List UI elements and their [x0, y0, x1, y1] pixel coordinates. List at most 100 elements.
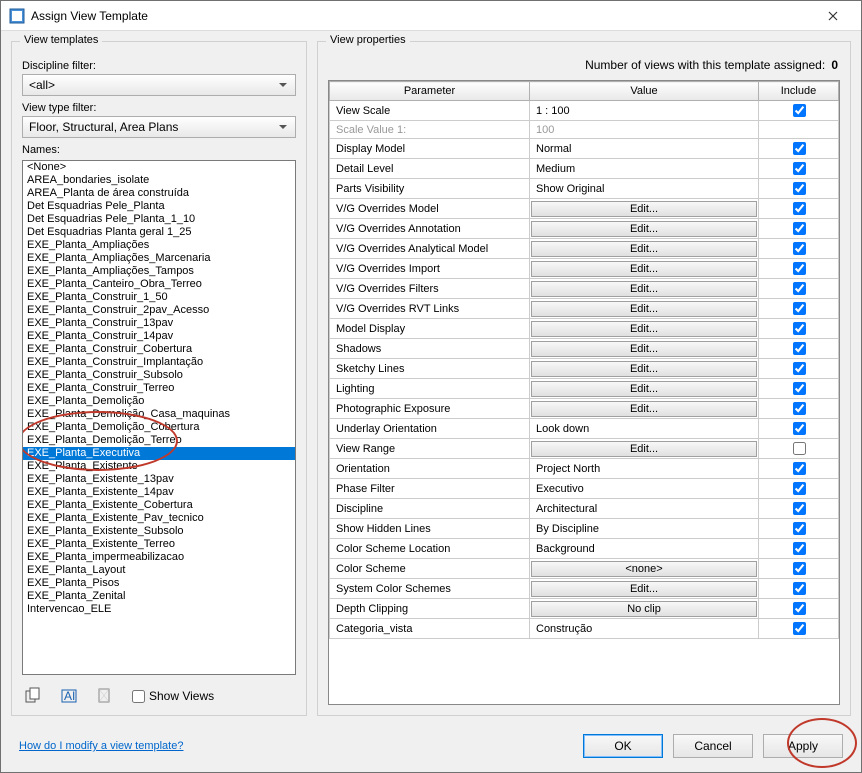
include-checkbox[interactable] [793, 302, 806, 315]
value-cell[interactable]: Project North [530, 459, 759, 479]
value-cell[interactable]: Executivo [530, 479, 759, 499]
edit-button[interactable]: Edit... [531, 401, 757, 417]
edit-button[interactable]: Edit... [531, 381, 757, 397]
include-checkbox[interactable] [793, 262, 806, 275]
value-cell[interactable]: Show Original [530, 179, 759, 199]
include-checkbox[interactable] [793, 482, 806, 495]
include-checkbox[interactable] [793, 282, 806, 295]
value-cell[interactable]: Edit... [530, 379, 759, 399]
edit-button[interactable]: Edit... [531, 321, 757, 337]
rename-icon[interactable]: AI [60, 687, 78, 705]
list-item[interactable]: EXE_Planta_Demolição_Cobertura [23, 421, 295, 434]
include-checkbox[interactable] [793, 142, 806, 155]
list-item[interactable]: EXE_Planta_Existente [23, 460, 295, 473]
list-item[interactable]: EXE_Planta_Existente_14pav [23, 486, 295, 499]
edit-button[interactable]: Edit... [531, 221, 757, 237]
include-checkbox[interactable] [793, 182, 806, 195]
list-item[interactable]: Det Esquadrias Pele_Planta_1_10 [23, 213, 295, 226]
list-item[interactable]: AREA_bondaries_isolate [23, 174, 295, 187]
include-checkbox[interactable] [793, 402, 806, 415]
value-cell[interactable]: Background [530, 539, 759, 559]
value-cell[interactable]: Edit... [530, 339, 759, 359]
include-checkbox[interactable] [793, 622, 806, 635]
list-item[interactable]: EXE_Planta_Ampliações_Tampos [23, 265, 295, 278]
value-cell[interactable]: Edit... [530, 439, 759, 459]
list-item[interactable]: EXE_Planta_Construir_1_50 [23, 291, 295, 304]
list-item[interactable]: EXE_Planta_Demolição_Casa_maquinas [23, 408, 295, 421]
value-cell[interactable]: By Discipline [530, 519, 759, 539]
value-cell[interactable]: Edit... [530, 279, 759, 299]
edit-button[interactable]: No clip [531, 601, 757, 617]
apply-button[interactable]: Apply [763, 734, 843, 758]
list-item[interactable]: <None> [23, 161, 295, 174]
include-checkbox[interactable] [793, 442, 806, 455]
list-item[interactable]: EXE_Planta_Construir_2pav_Acesso [23, 304, 295, 317]
close-button[interactable] [813, 2, 853, 30]
list-item[interactable]: EXE_Planta_Existente_13pav [23, 473, 295, 486]
list-item[interactable]: EXE_Planta_Construir_13pav [23, 317, 295, 330]
value-cell[interactable]: Edit... [530, 239, 759, 259]
view-type-filter-combo[interactable]: Floor, Structural, Area Plans [22, 116, 296, 138]
list-item[interactable]: EXE_Planta_Construir_Subsolo [23, 369, 295, 382]
list-item[interactable]: EXE_Planta_Layout [23, 564, 295, 577]
include-checkbox[interactable] [793, 342, 806, 355]
list-item[interactable]: EXE_Planta_Canteiro_Obra_Terreo [23, 278, 295, 291]
include-checkbox[interactable] [793, 222, 806, 235]
include-checkbox[interactable] [793, 362, 806, 375]
edit-button[interactable]: Edit... [531, 341, 757, 357]
list-item[interactable]: EXE_Planta_Ampliações [23, 239, 295, 252]
show-views-input[interactable] [132, 690, 145, 703]
value-cell[interactable]: 1 : 100 [530, 101, 759, 121]
edit-button[interactable]: Edit... [531, 581, 757, 597]
include-checkbox[interactable] [793, 422, 806, 435]
include-checkbox[interactable] [793, 602, 806, 615]
col-parameter[interactable]: Parameter [330, 82, 530, 101]
include-checkbox[interactable] [793, 502, 806, 515]
discipline-filter-combo[interactable]: <all> [22, 74, 296, 96]
include-checkbox[interactable] [793, 562, 806, 575]
include-checkbox[interactable] [793, 202, 806, 215]
list-item[interactable]: Det Esquadrias Planta geral 1_25 [23, 226, 295, 239]
col-include[interactable]: Include [759, 82, 839, 101]
list-item[interactable]: EXE_Planta_Demolição [23, 395, 295, 408]
include-checkbox[interactable] [793, 582, 806, 595]
value-cell[interactable]: Edit... [530, 399, 759, 419]
list-item[interactable]: EXE_Planta_Existente_Pav_tecnico [23, 512, 295, 525]
value-cell[interactable]: No clip [530, 599, 759, 619]
edit-button[interactable]: Edit... [531, 441, 757, 457]
edit-button[interactable]: Edit... [531, 201, 757, 217]
list-item[interactable]: EXE_Planta_Construir_Terreo [23, 382, 295, 395]
list-item[interactable]: EXE_Planta_Construir_14pav [23, 330, 295, 343]
include-checkbox[interactable] [793, 322, 806, 335]
help-link[interactable]: How do I modify a view template? [19, 740, 183, 752]
include-checkbox[interactable] [793, 542, 806, 555]
list-item[interactable]: EXE_Planta_Existente_Subsolo [23, 525, 295, 538]
value-cell[interactable]: Construção [530, 619, 759, 639]
include-checkbox[interactable] [793, 162, 806, 175]
value-cell[interactable]: Architectural [530, 499, 759, 519]
value-cell[interactable]: Edit... [530, 319, 759, 339]
list-item[interactable]: EXE_Planta_Executiva [23, 447, 295, 460]
names-list[interactable]: <None>AREA_bondaries_isolateAREA_Planta … [22, 160, 296, 675]
list-item[interactable]: EXE_Planta_Existente_Cobertura [23, 499, 295, 512]
col-value[interactable]: Value [530, 82, 759, 101]
ok-button[interactable]: OK [583, 734, 663, 758]
value-cell[interactable]: Edit... [530, 579, 759, 599]
cancel-button[interactable]: Cancel [673, 734, 753, 758]
include-checkbox[interactable] [793, 522, 806, 535]
delete-icon[interactable] [96, 687, 114, 705]
list-item[interactable]: EXE_Planta_Construir_Cobertura [23, 343, 295, 356]
value-cell[interactable]: Medium [530, 159, 759, 179]
list-item[interactable]: EXE_Planta_Demolição_Terreo [23, 434, 295, 447]
value-cell[interactable]: Edit... [530, 299, 759, 319]
edit-button[interactable]: Edit... [531, 241, 757, 257]
duplicate-icon[interactable] [24, 687, 42, 705]
include-checkbox[interactable] [793, 104, 806, 117]
list-item[interactable]: EXE_Planta_Ampliações_Marcenaria [23, 252, 295, 265]
value-cell[interactable]: Edit... [530, 199, 759, 219]
properties-table-wrap[interactable]: Parameter Value Include View Scale1 : 10… [328, 80, 840, 705]
value-cell[interactable]: Look down [530, 419, 759, 439]
include-checkbox[interactable] [793, 382, 806, 395]
list-item[interactable]: AREA_Planta de área construída [23, 187, 295, 200]
edit-button[interactable]: <none> [531, 561, 757, 577]
